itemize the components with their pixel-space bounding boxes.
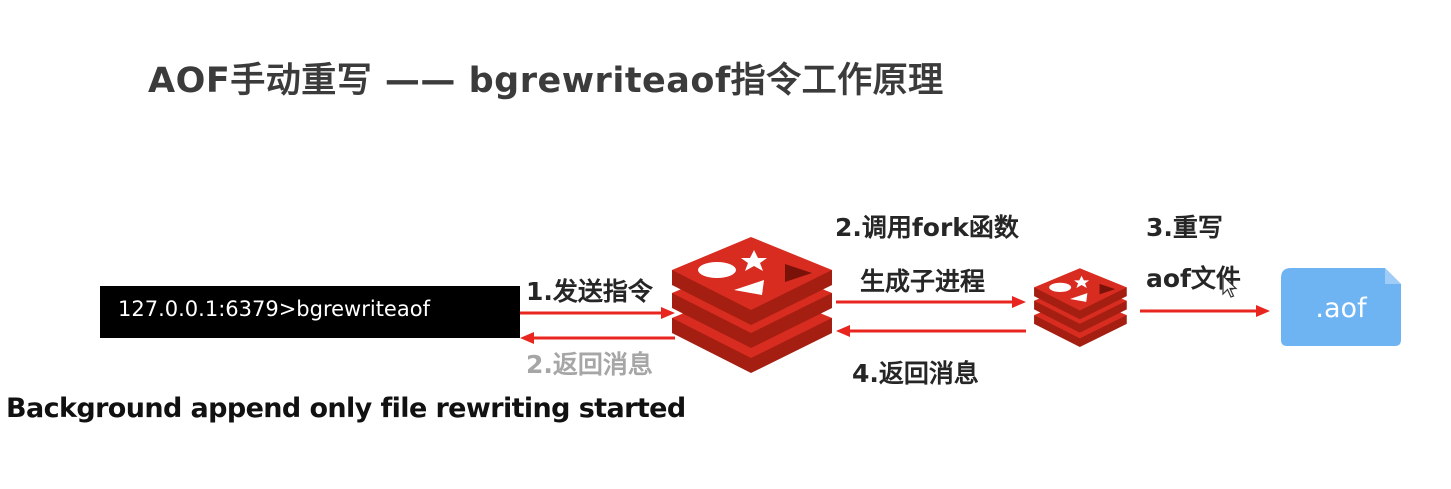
terminal-command: 127.0.0.1:6379>bgrewriteaof (118, 297, 430, 321)
arrow-fork (836, 296, 1026, 308)
arrow-rewrite-aof (1140, 305, 1270, 317)
aof-file-label: .aof (1315, 293, 1367, 324)
arrow-send-command (520, 307, 675, 319)
terminal-box: 127.0.0.1:6379>bgrewriteaof (100, 286, 520, 338)
step-return-message-child-label: 4.返回消息 (852, 359, 979, 388)
aof-file-icon: .aof (1281, 268, 1401, 346)
status-caption: Background append only file rewriting st… (6, 393, 686, 424)
step-return-message-client-label: 2.返回消息 (526, 350, 653, 379)
arrow-return-message-child (836, 325, 1026, 337)
step-create-child-label: 生成子进程 (860, 267, 986, 296)
step-send-command-label: 1.发送指令 (526, 277, 653, 306)
redis-logo-icon (672, 237, 832, 373)
mouse-pointer-icon (1222, 275, 1238, 298)
arrow-return-message-client (520, 332, 675, 344)
step-rewrite-label: 3.重写 (1146, 213, 1223, 242)
page-title: AOF手动重写 —— bgrewriteaof指令工作原理 (148, 61, 944, 101)
redis-child-logo-icon (1034, 268, 1127, 348)
step-call-fork-label: 2.调用fork函数 (835, 213, 1019, 242)
